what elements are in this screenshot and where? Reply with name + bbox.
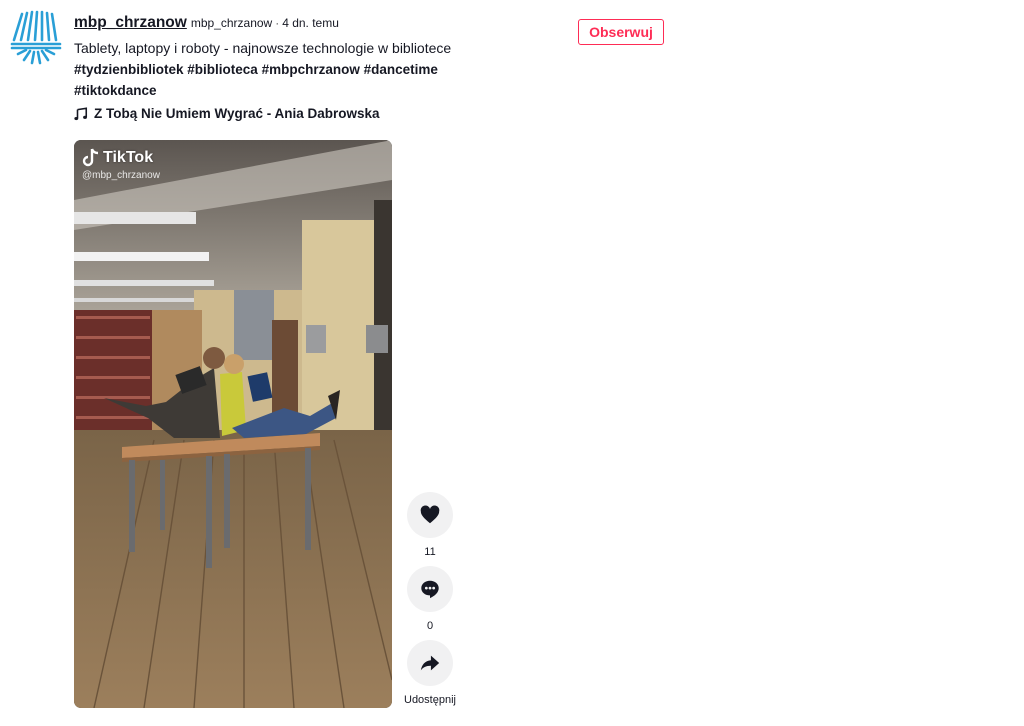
watermark-brand: TikTok	[103, 149, 154, 166]
tiktok-logo-icon	[82, 148, 99, 167]
watermark-handle: @mbp_chrzanow	[82, 170, 160, 181]
hashtag-link[interactable]: #biblioteca	[187, 62, 258, 77]
follow-button[interactable]: Obserwuj	[578, 19, 664, 45]
avatar[interactable]	[8, 10, 64, 66]
share-button[interactable]	[407, 640, 453, 686]
watermark-logo: TikTok	[82, 148, 160, 168]
comment-button[interactable]	[407, 566, 453, 612]
action-bar: 11 0 Udostępnij	[404, 492, 456, 714]
post-header: mbp_chrzanow mbp_chrzanow · 4 dn. temu T…	[74, 14, 574, 121]
separator-dot: ·	[275, 16, 280, 30]
post-description: Tablety, laptopy i roboty - najnowsze te…	[74, 40, 452, 56]
author-username-link[interactable]: mbp_chrzanow	[74, 14, 187, 32]
music-link[interactable]: Z Tobą Nie Umiem Wygrać - Ania Dabrowska	[74, 106, 574, 121]
author-nickname[interactable]: mbp_chrzanow	[191, 16, 272, 30]
like-button[interactable]	[407, 492, 453, 538]
video-player[interactable]: TikTok @mbp_chrzanow	[74, 140, 392, 708]
music-note-icon	[74, 106, 88, 120]
music-title: Z Tobą Nie Umiem Wygrać - Ania Dabrowska	[94, 106, 380, 121]
video-frame	[74, 140, 392, 708]
tiktok-watermark: TikTok @mbp_chrzanow	[82, 148, 160, 181]
post-timestamp: 4 dn. temu	[282, 16, 339, 30]
author-line: mbp_chrzanow mbp_chrzanow · 4 dn. temu	[74, 14, 574, 36]
share-label: Udostępnij	[404, 694, 456, 706]
comment-count: 0	[426, 620, 434, 632]
comment-icon	[421, 580, 439, 599]
library-logo-icon	[10, 10, 62, 65]
like-count: 11	[424, 546, 436, 558]
hashtag-link[interactable]: #tydzienbibliotek	[74, 62, 184, 77]
hashtag-link[interactable]: #tiktokdance	[74, 83, 157, 98]
share-arrow-icon	[420, 655, 440, 671]
hashtag-link[interactable]: #mbpchrzanow	[262, 62, 360, 77]
hashtag-list: #tydzienbibliotek #biblioteca #mbpchrzan…	[74, 59, 574, 101]
hashtag-link[interactable]: #dancetime	[364, 62, 438, 77]
heart-icon	[420, 505, 440, 524]
